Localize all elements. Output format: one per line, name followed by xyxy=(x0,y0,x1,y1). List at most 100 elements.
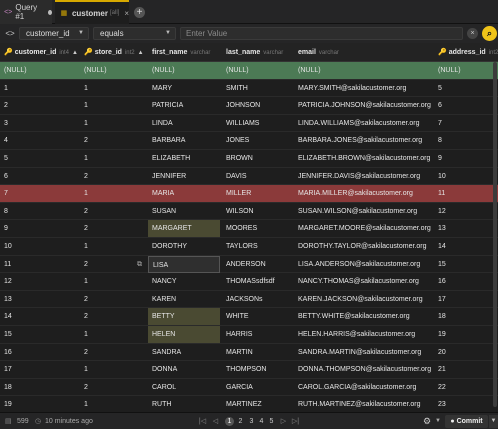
cell-customer-id[interactable]: 11 xyxy=(4,256,80,273)
cell-store-id[interactable]: 1 xyxy=(84,238,144,255)
cell-last-name[interactable]: MILLER xyxy=(226,185,292,202)
cell-address-id[interactable]: 5 xyxy=(438,80,494,97)
cell-store-id[interactable]: 2 xyxy=(84,344,144,361)
first-page-button[interactable]: |◁ xyxy=(198,417,207,426)
table-row[interactable]: 16 2 SANDRA MARTIN SANDRA.MARTIN@sakilacusto… xyxy=(0,344,498,362)
cell-address-id[interactable]: 16 xyxy=(438,273,494,290)
table-row[interactable]: 15 1 HELEN HARRIS HELEN.HARRIS@sakilacustome… xyxy=(0,326,498,344)
page-5-button[interactable]: 5 xyxy=(267,417,276,426)
cell-store-id[interactable]: 1 xyxy=(84,115,144,132)
cell-store-id[interactable]: 2 xyxy=(84,308,144,325)
cell-store-id[interactable]: (NULL) xyxy=(84,62,144,79)
cell-first-name[interactable]: BETTY xyxy=(148,308,220,326)
cell-last-name[interactable]: GARCIA xyxy=(226,379,292,396)
table-row[interactable]: 4 2 BARBARA JONES BARBARA.JONES@sakilacustom… xyxy=(0,132,498,150)
next-page-button[interactable]: ▷ xyxy=(279,417,288,426)
vertical-scrollbar[interactable] xyxy=(493,62,497,407)
cell-store-id[interactable]: 1 xyxy=(84,185,144,202)
cell-store-id[interactable]: 1 xyxy=(84,273,144,290)
cell-address-id[interactable]: 15 xyxy=(438,256,494,273)
cell-first-name[interactable]: KAREN xyxy=(148,291,220,308)
cell-last-name[interactable]: JONES xyxy=(226,132,292,149)
cell-email[interactable]: LISA.ANDERSON@sakilacustomer.org xyxy=(298,256,433,273)
cell-customer-id[interactable]: (NULL) xyxy=(4,62,80,79)
cell-store-id[interactable]: 2 xyxy=(84,291,144,308)
cell-customer-id[interactable]: 15 xyxy=(4,326,80,343)
cell-store-id[interactable]: 1 xyxy=(84,97,144,114)
table-row[interactable]: 18 2 CAROL GARCIA CAROL.GARCIA@sakilacustome… xyxy=(0,379,498,397)
cell-store-id[interactable]: 1 xyxy=(84,396,144,413)
table-row[interactable]: 14 2 BETTY WHITE BETTY.WHITE@sakilacustomer.… xyxy=(0,308,498,326)
cell-store-id[interactable]: 1 xyxy=(84,361,144,378)
cell-address-id[interactable]: 20 xyxy=(438,344,494,361)
cell-customer-id[interactable]: 5 xyxy=(4,150,80,167)
cell-customer-id[interactable]: 10 xyxy=(4,238,80,255)
cell-customer-id[interactable]: 19 xyxy=(4,396,80,413)
cell-store-id[interactable]: 2 xyxy=(84,203,144,220)
cell-store-id[interactable]: 2 xyxy=(84,379,144,396)
cell-address-id[interactable]: 23 xyxy=(438,396,494,413)
cell-address-id[interactable]: 21 xyxy=(438,361,494,378)
cell-first-name[interactable]: ELIZABETH xyxy=(148,150,220,167)
cell-first-name[interactable]: MARIA xyxy=(148,185,220,202)
page-1-button[interactable]: 1 xyxy=(225,417,234,426)
table-row[interactable]: 13 2 KAREN JACKSONs KAREN.JACKSON@sakilacust… xyxy=(0,291,498,309)
cell-last-name[interactable]: THOMASsdfsdf xyxy=(226,273,292,290)
cell-address-id[interactable]: 10 xyxy=(438,168,494,185)
cell-first-name[interactable]: MARY xyxy=(148,80,220,97)
table-row[interactable]: 12 1 NANCY THOMASsdfsdf NANCY.THOMAS@sakilac… xyxy=(0,273,498,291)
cell-first-name[interactable]: MARGARET xyxy=(148,220,220,238)
operator-select[interactable]: equals ▼ xyxy=(93,27,176,40)
cell-customer-id[interactable]: 1 xyxy=(4,80,80,97)
page-2-button[interactable]: 2 xyxy=(236,417,245,426)
cell-address-id[interactable]: 8 xyxy=(438,132,494,149)
cell-first-name[interactable]: BARBARA xyxy=(148,132,220,149)
cell-email[interactable]: RUTH.MARTINEZ@sakilacustomer.org xyxy=(298,396,433,413)
cell-email[interactable]: PATRICIA.JOHNSON@sakilacustomer.org xyxy=(298,97,433,114)
column-header-store-id[interactable]: 🔑 store_id int2 ▲ xyxy=(84,43,144,62)
cell-first-name[interactable]: DOROTHY xyxy=(148,238,220,255)
cell-email[interactable]: (NULL) xyxy=(298,62,433,79)
sort-asc-icon[interactable]: ▲ xyxy=(72,50,78,56)
cell-last-name[interactable]: TAYLORS xyxy=(226,238,292,255)
last-page-button[interactable]: ▷| xyxy=(291,417,300,426)
open-editor-icon[interactable]: ⧉ xyxy=(137,256,142,273)
cell-email[interactable]: MARIA.MILLER@sakilacustomer.org xyxy=(298,185,433,202)
table-row[interactable]: 3 1 LINDA WILLIAMS LINDA.WILLIAMS@sakilacust… xyxy=(0,115,498,133)
cell-store-id[interactable]: 1 xyxy=(84,326,144,343)
table-row[interactable]: 17 1 DONNA THOMPSON DONNA.THOMPSON@sakilacus… xyxy=(0,361,498,379)
cell-customer-id[interactable]: 6 xyxy=(4,168,80,185)
cell-first-name[interactable]: LISA xyxy=(148,255,220,273)
table-row[interactable]: 1 1 MARY SMITH MARY.SMITH@sakilacustomer.org… xyxy=(0,80,498,98)
cell-address-id[interactable]: 11 xyxy=(438,185,494,202)
cell-address-id[interactable]: 12 xyxy=(438,203,494,220)
commit-button[interactable]: ● Commit xyxy=(445,415,488,428)
cell-last-name[interactable]: (NULL) xyxy=(226,62,292,79)
search-button[interactable]: ⌕ xyxy=(482,26,497,41)
cell-customer-id[interactable]: 17 xyxy=(4,361,80,378)
page-4-button[interactable]: 4 xyxy=(257,417,266,426)
cell-first-name[interactable]: SUSAN xyxy=(148,203,220,220)
cell-customer-id[interactable]: 8 xyxy=(4,203,80,220)
cell-first-name[interactable]: RUTH xyxy=(148,396,220,413)
cell-first-name[interactable]: NANCY xyxy=(148,273,220,290)
cell-customer-id[interactable]: 13 xyxy=(4,291,80,308)
cell-email[interactable]: MARGARET.MOORE@sakilacustomer.org xyxy=(298,220,433,237)
cell-last-name[interactable]: SMITH xyxy=(226,80,292,97)
add-tab-button[interactable]: + xyxy=(134,7,145,18)
cell-email[interactable]: LINDA.WILLIAMS@sakilacustomer.org xyxy=(298,115,433,132)
cell-last-name[interactable]: WHITE xyxy=(226,308,292,325)
table-row[interactable]: 6 2 JENNIFER DAVIS JENNIFER.DAVIS@sakilacust… xyxy=(0,168,498,186)
cell-last-name[interactable]: THOMPSON xyxy=(226,361,292,378)
cell-customer-id[interactable]: 4 xyxy=(4,132,80,149)
cell-store-id[interactable]: 2 xyxy=(84,132,144,149)
cell-customer-id[interactable]: 18 xyxy=(4,379,80,396)
cell-customer-id[interactable]: 12 xyxy=(4,273,80,290)
cell-email[interactable]: ELIZABETH.BROWN@sakilacustomer.org xyxy=(298,150,433,167)
cell-address-id[interactable]: 6 xyxy=(438,97,494,114)
table-row[interactable]: 10 1 DOROTHY TAYLORS DOROTHY.TAYLOR@sakilacu… xyxy=(0,238,498,256)
tab-customer[interactable]: ▦ customer [all] × xyxy=(55,0,129,24)
cell-address-id[interactable]: 18 xyxy=(438,308,494,325)
tab-query-1[interactable]: <> Query #1 xyxy=(0,0,52,24)
table-row[interactable]: 2 1 PATRICIA JOHNSON PATRICIA.JOHNSON@sakila… xyxy=(0,97,498,115)
